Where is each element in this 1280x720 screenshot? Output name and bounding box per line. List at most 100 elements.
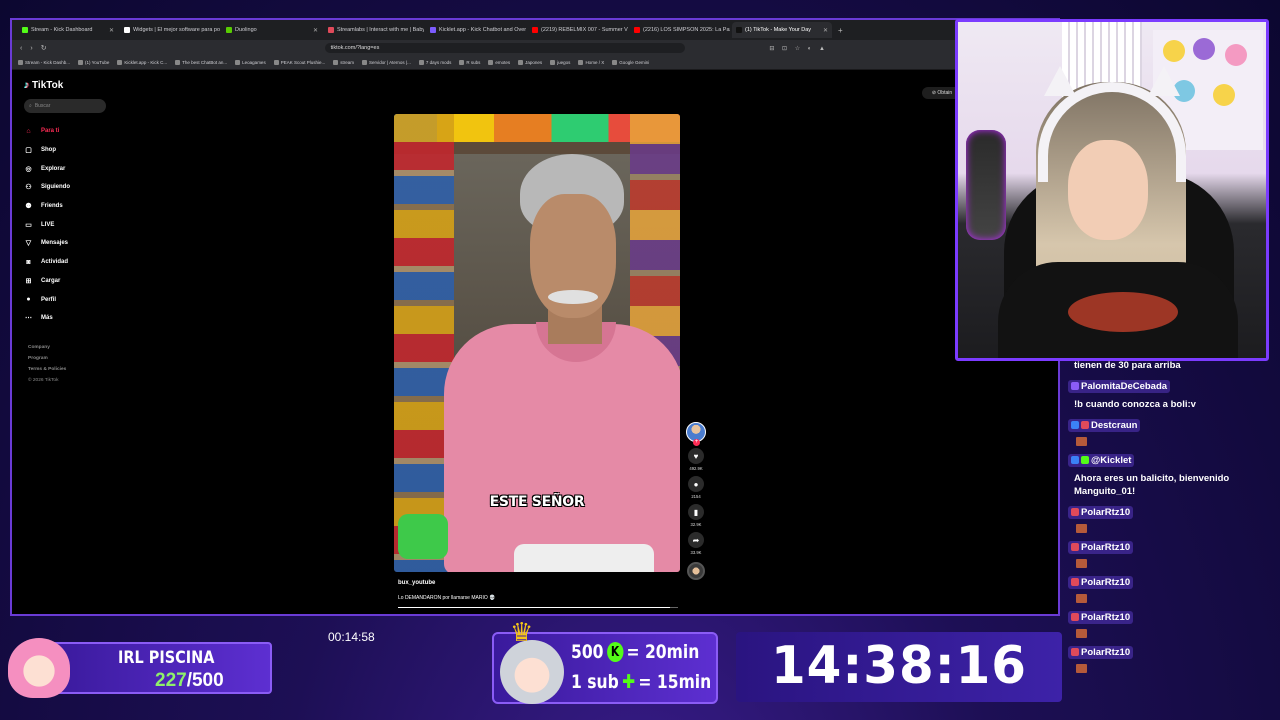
sidebar-item[interactable]: ▭ LIVE [24, 215, 70, 234]
bookmark-item[interactable]: (1) YouTube [78, 60, 109, 65]
browser-tab[interactable]: Stream - Kick Dashboard ✕ [18, 22, 118, 38]
search-input[interactable]: ⌕ Buscar [24, 99, 106, 113]
goal-progress: 227/500 [155, 670, 224, 692]
bookmark-label: Japones [525, 60, 543, 65]
sound-disc[interactable] [684, 560, 708, 580]
friends-icon: ⚉ [25, 203, 32, 211]
browser-tab[interactable]: (2219) REBELMIX 007 - Summer Vib✕ [528, 22, 628, 38]
activity-icon: ◙ [26, 258, 31, 266]
bookmark-item[interactable]: R subs [459, 60, 480, 65]
chat-username-text: PolarRtz10 [1081, 541, 1131, 553]
bookmark-item[interactable]: Home / X [578, 60, 604, 65]
browser-tab[interactable]: Kicklet.app - Kick Chatbot and Overl✕ [426, 22, 526, 38]
bookmark-label: Home / X [585, 60, 605, 65]
bookmark-item[interactable]: Servidor | Aternos |... [362, 60, 411, 65]
bookmark-item[interactable]: Japones [518, 60, 542, 65]
bookmark-favicon-icon [488, 60, 494, 65]
sidebar-item-label: Actividad [41, 259, 69, 266]
chat-username[interactable]: PolarRtz10 [1068, 645, 1134, 659]
chat-badge-icon [1071, 648, 1079, 656]
chat-username-text: PolarRtz10 [1081, 506, 1131, 518]
sidebar-item-label: Friends [41, 203, 63, 210]
url-field[interactable]: tiktok.com/?lang=es [324, 43, 685, 53]
sidebar-item[interactable]: ⌂ Para ti [24, 122, 70, 141]
bookmark-item[interactable]: stream [333, 60, 354, 65]
sidebar-item[interactable]: ⊞ Cargar [24, 272, 70, 291]
tab-bar: Stream - Kick Dashboard ✕ Widgets | El mej… [12, 20, 1058, 40]
back-icon[interactable]: ‹ [20, 45, 22, 52]
comment-button[interactable]: ● 2154 [684, 476, 708, 499]
footer-link-company[interactable]: Company [28, 342, 66, 353]
video-progress-bar[interactable] [398, 607, 678, 608]
browser-tab[interactable]: Widgets | El mejor software para po✕ [120, 22, 220, 38]
compass-icon: ◎ [25, 165, 32, 173]
bookmark-item[interactable]: emotes [488, 60, 510, 65]
chat-username[interactable]: PolarRtz10 [1068, 575, 1134, 589]
chat-username[interactable]: PolarRtz10 [1068, 505, 1134, 519]
chat-username[interactable]: PolarRtz10 [1068, 610, 1134, 624]
chat-username-text: PalomitaDeCebada [1081, 380, 1168, 392]
share-button[interactable]: ➦ 33.9K [684, 532, 708, 555]
countdown-timer: 14:38:16 [770, 636, 1028, 696]
video-player[interactable]: ESTE SEÑOR [394, 114, 680, 572]
browser-tab[interactable]: (1) TikTok - Make Your Day ✕ [732, 22, 832, 38]
copyright: © 2026 TikTok [28, 378, 59, 383]
bookmark-item[interactable]: 7 days mods [418, 60, 451, 65]
bookmark-item[interactable]: Stream - Kick Dashb... [18, 60, 70, 65]
home-icon: ⌂ [26, 127, 31, 135]
sidebar-item[interactable]: ◎ Explorar [24, 159, 70, 178]
bookmark-label: The best ChatBot an... [182, 60, 228, 65]
browser-tab[interactable]: Duolingo ✕ [222, 22, 322, 38]
bookmark-item[interactable]: The best ChatBot an... [175, 60, 227, 65]
close-icon[interactable]: ✕ [823, 27, 828, 34]
new-tab-button[interactable]: + [834, 26, 847, 35]
chat-username[interactable]: Destcraun [1068, 418, 1141, 432]
sidebar-item[interactable]: ▽ Mensajes [24, 234, 70, 253]
browser-tab[interactable]: (2216) LOS SIMPSON 2025: La Pasión✕ [630, 22, 730, 38]
creator-avatar[interactable] [684, 422, 708, 446]
bookmark-favicon-icon [175, 60, 181, 65]
sidebar-item[interactable]: ◙ Actividad [24, 253, 70, 272]
save-button[interactable]: ▮ 32.9K [684, 504, 708, 527]
browser-capture: Stream - Kick Dashboard ✕ Widgets | El mej… [10, 18, 1060, 616]
bookmark-item[interactable]: Kicklet.app - Kick C... [117, 60, 167, 65]
creator-avatar-icon [686, 422, 706, 446]
sidebar-item-label: Explorar [41, 165, 66, 172]
bookmark-label: Google Gemini [619, 60, 650, 65]
close-icon[interactable]: ✕ [313, 27, 318, 34]
reload-icon[interactable]: ↻ [41, 44, 47, 52]
bookmark-favicon-icon [550, 60, 556, 65]
goal-widget: IRL PISCINA 227/500 [8, 638, 272, 698]
sidebar-item[interactable]: ● Perfil [24, 290, 70, 309]
sidebar-item[interactable]: ⚉ Friends [24, 197, 70, 216]
bookmark-item[interactable]: Leoagames [235, 60, 266, 65]
chat-badge-icon [1071, 578, 1079, 586]
tab-label: Stream - Kick Dashboard [31, 27, 93, 33]
chat-message: @Kicklet Ahora eres un balicito, bienveni… [1068, 451, 1280, 498]
sidebar-item[interactable]: ⋯ Más [24, 309, 70, 328]
sidebar-item[interactable]: ⚇ Siguiendo [24, 178, 70, 197]
chat-username[interactable]: PolarRtz10 [1068, 540, 1134, 554]
chat-badge-icon [1071, 421, 1079, 429]
footer-link-program[interactable]: Program [28, 353, 66, 364]
chat-username[interactable]: PalomitaDeCebada [1068, 379, 1171, 393]
like-button[interactable]: ♥ 492.9K [684, 448, 708, 471]
close-icon[interactable]: ✕ [109, 27, 114, 34]
sidebar-item[interactable]: ▢ Shop [24, 141, 70, 160]
following-icon: ⚇ [25, 184, 32, 192]
chat-username[interactable]: @Kicklet [1068, 453, 1135, 467]
share-icon: ➦ [688, 532, 704, 548]
bookmark-item[interactable]: PEAK Scout Plushie... [273, 60, 325, 65]
video-author[interactable]: bux_youtube [398, 580, 435, 586]
bookmark-label: juegos [557, 60, 571, 65]
bookmark-item[interactable]: juegos [550, 60, 570, 65]
extension-icons[interactable]: ⊟ ⊡ ☆ ◐ ▲ [769, 45, 828, 52]
bookmark-item[interactable]: Google Gemini [612, 60, 649, 65]
browser-tab[interactable]: Streamlabs | Interact with me | Baby✕ [324, 22, 424, 38]
countdown-widget: 14:38:16 [736, 632, 1062, 702]
chat-emote-icon [1076, 629, 1087, 638]
chat-badge-icon [1081, 421, 1089, 429]
tiktok-logo[interactable]: ♪ TikTok [24, 80, 63, 91]
forward-icon[interactable]: › [30, 45, 32, 52]
footer-link-terms[interactable]: Terms & Policies [28, 364, 66, 375]
